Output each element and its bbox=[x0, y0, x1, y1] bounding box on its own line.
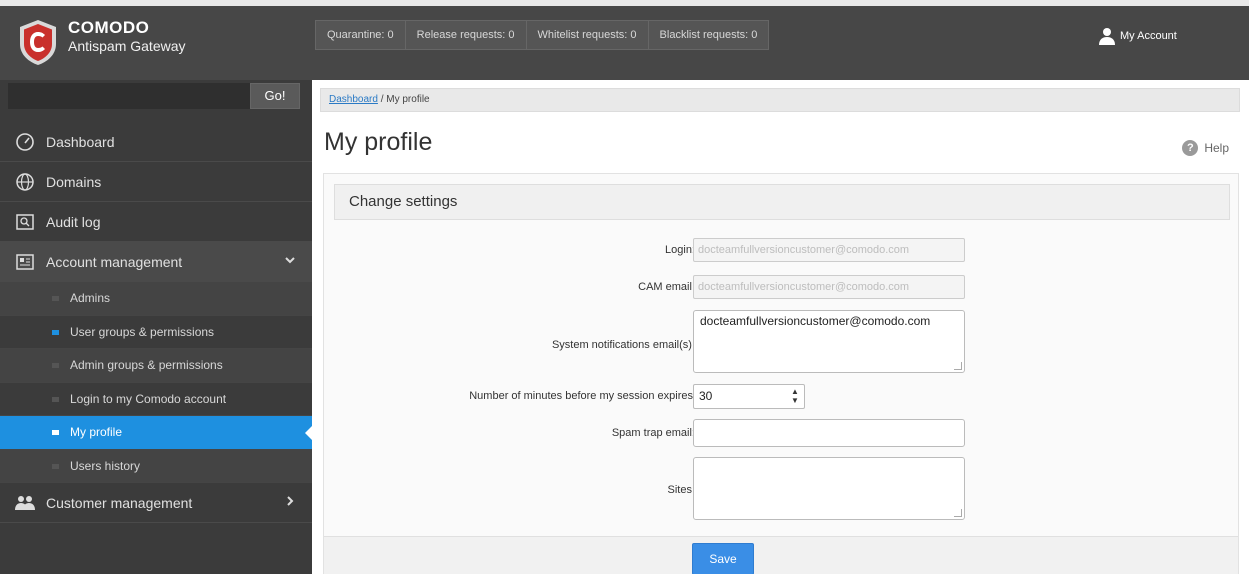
bullet-icon bbox=[52, 296, 59, 301]
sidebar-item-label: Customer management bbox=[46, 494, 193, 511]
bullet-icon bbox=[52, 396, 59, 402]
sidebar-item-user-groups[interactable]: User groups & permissions bbox=[0, 316, 312, 349]
sidebar-item-login-comodo[interactable]: Login to my Comodo account bbox=[0, 383, 312, 416]
top-header: COMODO Antispam Gateway Quarantine: 0 Re… bbox=[0, 0, 1249, 80]
resize-grip-icon[interactable] bbox=[954, 509, 962, 517]
bullet-icon bbox=[52, 430, 59, 435]
panel-footer bbox=[324, 536, 1238, 574]
sidebar-item-users-history[interactable]: Users history bbox=[0, 449, 312, 483]
spam-trap-label: Spam trap email: bbox=[611, 427, 695, 439]
bullet-icon bbox=[52, 463, 59, 469]
save-button[interactable]: Save bbox=[692, 543, 754, 574]
log-icon bbox=[14, 211, 36, 233]
page-title: My profile bbox=[324, 128, 433, 156]
sidebar-item-admins[interactable]: Admins bbox=[0, 282, 312, 316]
sidebar-item-my-profile[interactable]: My profile bbox=[0, 416, 313, 450]
request-counters: Quarantine: 0 Release requests: 0 Whitel… bbox=[315, 20, 770, 50]
bullet-icon bbox=[52, 329, 59, 335]
sites-label: Sites: bbox=[667, 484, 695, 496]
sidebar-item-audit-log[interactable]: Audit log bbox=[0, 202, 312, 242]
release-requests-counter-button[interactable]: Release requests: 0 bbox=[404, 20, 527, 50]
spam-trap-input[interactable] bbox=[693, 419, 965, 447]
brand-name: COMODO bbox=[68, 18, 150, 37]
help-label: Help bbox=[1204, 141, 1229, 155]
sidebar-item-label: Login to my Comodo account bbox=[70, 391, 227, 406]
breadcrumb-dashboard-link[interactable]: Dashboard bbox=[329, 94, 378, 105]
session-minutes-value: 30 bbox=[699, 389, 713, 403]
comodo-logo bbox=[20, 20, 56, 65]
globe-icon bbox=[14, 171, 36, 193]
sidebar-item-label: Admin groups & permissions bbox=[70, 358, 223, 373]
go-button[interactable]: Go! bbox=[250, 83, 300, 109]
sidebar-item-admin-groups[interactable]: Admin groups & permissions bbox=[0, 349, 312, 383]
my-account-link[interactable]: My Account bbox=[1098, 26, 1177, 46]
sidebar-item-dashboard[interactable]: Dashboard bbox=[0, 122, 312, 162]
breadcrumb: Dashboard / My profile bbox=[320, 88, 1240, 112]
system-notifications-textarea[interactable]: docteamfullversioncustomer@comodo.com bbox=[693, 310, 965, 373]
system-notifications-value: docteamfullversioncustomer@comodo.com bbox=[700, 314, 931, 328]
session-label: Number of minutes before my session expi… bbox=[469, 390, 693, 402]
sidebar-item-label: User groups & permissions bbox=[70, 324, 215, 339]
settings-panel: Change settings Login: docteamfullversio… bbox=[323, 173, 1239, 574]
chevron-right-icon bbox=[287, 496, 294, 506]
cam-email-field: docteamfullversioncustomer@comodo.com bbox=[693, 275, 965, 299]
system-notifications-label: System notifications email(s): bbox=[551, 339, 695, 351]
sidebar-item-domains[interactable]: Domains bbox=[0, 162, 312, 202]
account-icon bbox=[14, 251, 36, 273]
sidebar-item-label: Users history bbox=[70, 458, 141, 473]
login-label: Login: bbox=[665, 244, 695, 256]
cam-email-label: CAM email: bbox=[638, 281, 695, 293]
gauge-icon bbox=[14, 131, 36, 153]
brand-product: Antispam Gateway bbox=[68, 38, 186, 54]
sidebar-item-label: Admins bbox=[70, 291, 111, 306]
blacklist-requests-counter-button[interactable]: Blacklist requests: 0 bbox=[647, 20, 770, 50]
stepper-arrows-icon[interactable]: ▲ ▼ bbox=[790, 387, 800, 406]
sidebar-search: Go! bbox=[0, 80, 312, 114]
sidebar-item-customer-management[interactable]: Customer management bbox=[0, 483, 312, 523]
sites-textarea[interactable] bbox=[693, 457, 965, 520]
breadcrumb-current: / My profile bbox=[377, 94, 430, 105]
sidebar: Go! Dashboard Domains Audit log Account … bbox=[0, 80, 313, 574]
users-icon bbox=[14, 492, 36, 514]
bullet-icon bbox=[52, 363, 59, 368]
main-content: Dashboard / My profile My profile ? Help… bbox=[312, 80, 1249, 574]
sidebar-nav: Dashboard Domains Audit log Account mana… bbox=[0, 122, 313, 523]
chevron-down-icon bbox=[285, 257, 295, 264]
resize-grip-icon[interactable] bbox=[954, 362, 962, 370]
panel-title: Change settings bbox=[334, 184, 1230, 220]
user-icon bbox=[1099, 28, 1115, 45]
quarantine-counter-button[interactable]: Quarantine: 0 bbox=[315, 20, 406, 50]
sidebar-item-label: Domains bbox=[46, 173, 102, 190]
whitelist-requests-counter-button[interactable]: Whitelist requests: 0 bbox=[525, 20, 649, 50]
my-account-label: My Account bbox=[1120, 30, 1177, 42]
help-link[interactable]: ? Help bbox=[1182, 140, 1229, 156]
sidebar-item-label: Dashboard bbox=[46, 133, 115, 150]
login-field: docteamfullversioncustomer@comodo.com bbox=[693, 238, 965, 262]
sidebar-item-label: My profile bbox=[70, 425, 123, 440]
search-input[interactable] bbox=[8, 83, 250, 109]
brand: COMODO Antispam Gateway bbox=[68, 18, 186, 55]
sidebar-item-label: Account management bbox=[46, 253, 183, 270]
sidebar-item-account-management[interactable]: Account management bbox=[0, 242, 312, 282]
session-minutes-stepper[interactable]: 30 ▲ ▼ bbox=[693, 384, 805, 409]
help-icon: ? bbox=[1182, 140, 1199, 156]
sidebar-item-label: Audit log bbox=[46, 213, 101, 230]
account-management-submenu: Admins User groups & permissions Admin g… bbox=[0, 282, 313, 483]
